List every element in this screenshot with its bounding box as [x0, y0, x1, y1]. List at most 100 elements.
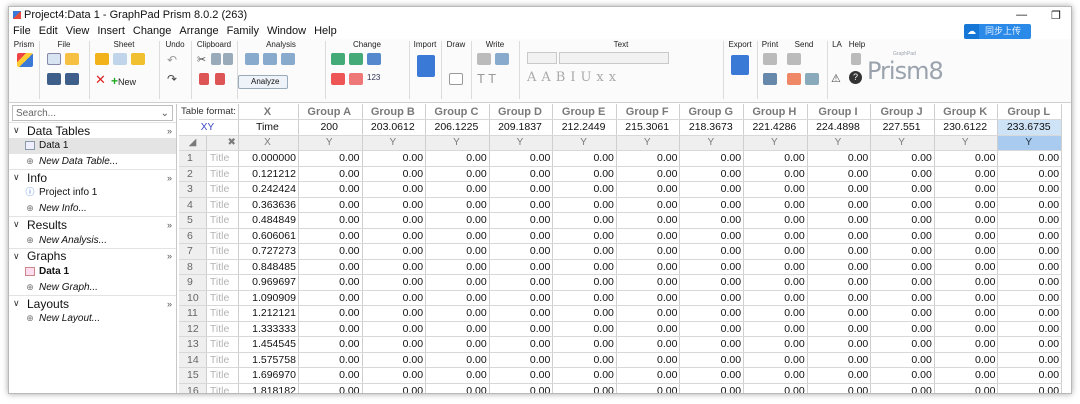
equation-icon[interactable]	[477, 53, 491, 65]
y-value-cell[interactable]: 0.00	[616, 228, 681, 244]
menu-insert[interactable]: Insert	[97, 25, 125, 37]
y-value-cell[interactable]: 0.00	[616, 383, 681, 393]
column-title[interactable]: 203.0612	[362, 119, 427, 136]
x-value-cell[interactable]: 0.969697	[238, 274, 299, 291]
y-value-cell[interactable]: 0.00	[870, 166, 935, 182]
maximize-button[interactable]: ❐	[1051, 9, 1061, 22]
menu-help[interactable]: Help	[314, 25, 337, 37]
y-value-cell[interactable]: 0.00	[997, 383, 1063, 393]
sidebar-item[interactable]: ⓘ Project info 1	[9, 185, 176, 201]
clipboard-icon[interactable]	[215, 73, 225, 85]
y-value-cell[interactable]: 0.00	[997, 228, 1063, 244]
menu-family[interactable]: Family	[227, 25, 259, 37]
y-value-cell[interactable]: 0.00	[743, 243, 808, 260]
row-title-cell[interactable]: Title	[206, 228, 239, 244]
text-format-icons[interactable]: AABIUxx	[527, 70, 621, 85]
y-value-cell[interactable]: 0.00	[425, 321, 490, 337]
y-value-cell[interactable]: 0.00	[934, 212, 999, 229]
y-value-cell[interactable]: 0.00	[616, 259, 681, 275]
y-value-cell[interactable]: 0.00	[425, 290, 490, 306]
y-value-cell[interactable]: 0.00	[870, 383, 935, 393]
y-value-cell[interactable]: 0.00	[807, 274, 872, 291]
y-value-cell[interactable]: 0.00	[807, 305, 872, 322]
y-value-cell[interactable]: 0.00	[997, 212, 1063, 229]
cut-icon[interactable]: ✂	[197, 53, 206, 66]
x-value-cell[interactable]: 0.242424	[238, 181, 299, 198]
y-value-cell[interactable]: 0.00	[807, 336, 872, 353]
change-format-icon[interactable]	[331, 53, 345, 65]
x-value-cell[interactable]: 1.333333	[238, 321, 299, 337]
collapse-icon[interactable]: »	[167, 126, 172, 136]
y-value-cell[interactable]: 0.00	[616, 274, 681, 291]
y-value-cell[interactable]: 0.00	[870, 150, 935, 167]
y-value-cell[interactable]: 0.00	[807, 150, 872, 167]
sidebar-item[interactable]: ⊕ New Info...	[9, 201, 176, 217]
row-number[interactable]: 2	[179, 166, 207, 182]
close-icon[interactable]: ✖	[206, 135, 239, 151]
y-value-cell[interactable]: 0.00	[743, 383, 808, 393]
x-column-title[interactable]: Time	[238, 119, 299, 136]
y-value-cell[interactable]: 0.00	[870, 321, 935, 337]
y-value-cell[interactable]: 0.00	[743, 336, 808, 353]
y-value-cell[interactable]: 0.00	[362, 367, 427, 384]
font-family-select[interactable]	[559, 52, 669, 64]
menu-view[interactable]: View	[66, 25, 90, 37]
column-header[interactable]: Group C	[425, 104, 490, 120]
row-title-cell[interactable]: Title	[206, 181, 239, 198]
y-value-cell[interactable]: 0.00	[489, 197, 554, 213]
y-value-cell[interactable]: 0.00	[298, 197, 363, 213]
y-value-cell[interactable]: 0.00	[743, 166, 808, 182]
row-title-cell[interactable]: Title	[206, 336, 239, 353]
y-value-cell[interactable]: 0.00	[934, 166, 999, 182]
y-value-cell[interactable]: 0.00	[362, 352, 427, 368]
column-title[interactable]: 227.551	[870, 119, 935, 136]
y-value-cell[interactable]: 0.00	[679, 305, 745, 322]
y-value-cell[interactable]: 0.00	[616, 352, 681, 368]
y-value-cell[interactable]: 0.00	[807, 166, 872, 182]
y-value-cell[interactable]: 0.00	[552, 305, 617, 322]
text-tool-icon[interactable]: T T	[477, 71, 496, 86]
y-value-cell[interactable]: 0.00	[807, 181, 872, 198]
y-value-cell[interactable]: 0.00	[807, 321, 872, 337]
y-value-cell[interactable]: 0.00	[552, 367, 617, 384]
x-value-cell[interactable]: 0.484849	[238, 212, 299, 229]
x-value-cell[interactable]: 0.606061	[238, 228, 299, 244]
y-value-cell[interactable]: 0.00	[552, 259, 617, 275]
column-header[interactable]: Group I	[807, 104, 872, 120]
column-title[interactable]: 209.1837	[489, 119, 554, 136]
x-value-cell[interactable]: 1.212121	[238, 305, 299, 322]
y-value-cell[interactable]: 0.00	[425, 150, 490, 167]
y-value-cell[interactable]: 0.00	[425, 274, 490, 291]
row-title-cell[interactable]: Title	[206, 305, 239, 322]
y-value-cell[interactable]: 0.00	[743, 290, 808, 306]
open-file-icon[interactable]	[65, 53, 79, 65]
sidebar-item[interactable]: ⊕ New Analysis...	[9, 232, 176, 248]
y-value-cell[interactable]: 0.00	[997, 290, 1063, 306]
paste-icon[interactable]	[223, 53, 233, 65]
y-value-cell[interactable]: 0.00	[997, 321, 1063, 337]
y-value-cell[interactable]: 0.00	[489, 212, 554, 229]
y-value-cell[interactable]: 0.00	[934, 274, 999, 291]
y-value-cell[interactable]: 0.00	[679, 212, 745, 229]
section-info[interactable]: ∨ Info »	[9, 169, 176, 185]
y-value-cell[interactable]: 0.00	[807, 243, 872, 260]
y-value-cell[interactable]: 0.00	[743, 181, 808, 198]
row-number[interactable]: 16	[179, 383, 207, 393]
y-value-cell[interactable]: 0.00	[425, 166, 490, 182]
sync-upload-button[interactable]: ☁ 同步上传	[963, 24, 1031, 39]
y-value-cell[interactable]: 0.00	[616, 336, 681, 353]
y-value-cell[interactable]: 0.00	[997, 367, 1063, 384]
help-icon[interactable]: ?	[849, 71, 862, 84]
y-value-cell[interactable]: 0.00	[552, 352, 617, 368]
row-title-cell[interactable]: Title	[206, 150, 239, 167]
y-value-cell[interactable]: 0.00	[425, 197, 490, 213]
y-value-cell[interactable]: 0.00	[997, 336, 1063, 353]
column-title[interactable]: 230.6122	[934, 119, 999, 136]
y-value-cell[interactable]: 0.00	[362, 150, 427, 167]
x-value-cell[interactable]: 1.575758	[238, 352, 299, 368]
row-number[interactable]: 5	[179, 212, 207, 229]
y-value-cell[interactable]: 0.00	[298, 150, 363, 167]
y-value-cell[interactable]: 0.00	[807, 197, 872, 213]
column-header[interactable]: Group E	[552, 104, 617, 120]
decimal-format-icon[interactable]: 123	[367, 73, 380, 82]
